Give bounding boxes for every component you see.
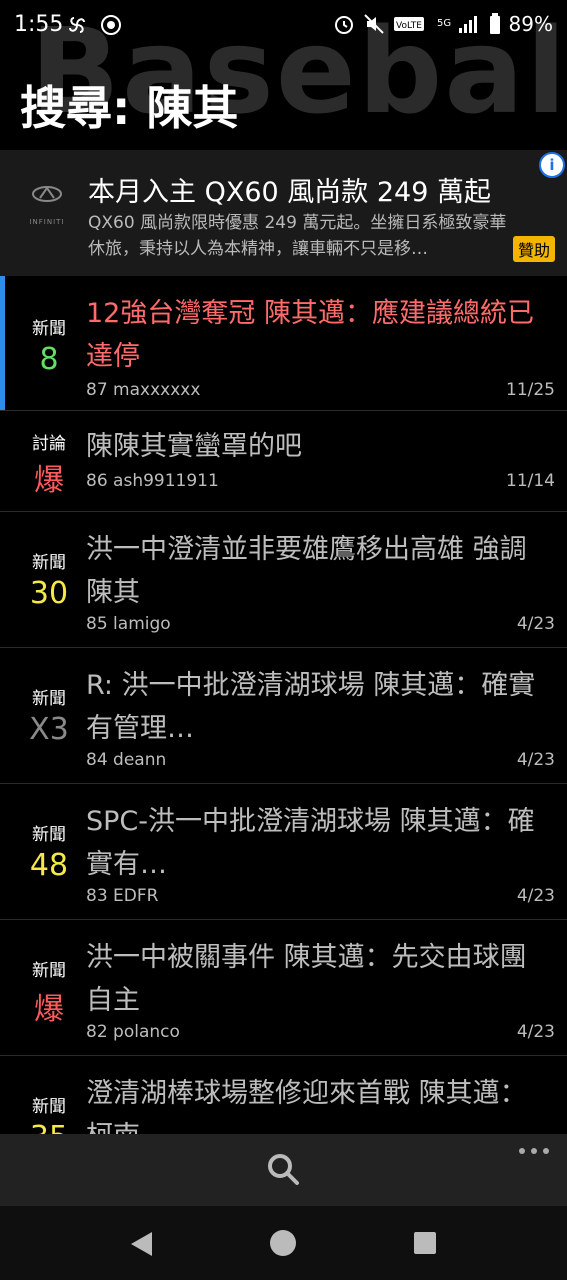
post-title[interactable]: R: 洪一中批澄清湖球場 陳其邁：確實有管理… (86, 664, 552, 750)
ad-info-icon[interactable]: i (539, 152, 565, 178)
post-count: 爆 (34, 463, 64, 498)
svg-text:INFINITI: INFINITI (29, 218, 64, 226)
list-item[interactable]: 新聞 30 洪一中澄清並非要雄鷹移出高雄 強調陳其 85 lamigo 4/23 (0, 512, 567, 648)
post-author: ash9911911 (113, 471, 219, 491)
list-item[interactable]: 新聞 8 12強台灣奪冠 陳其邁：應建議總統已達停 87 maxxxxxx 11… (0, 276, 567, 411)
post-date: 11/25 (506, 380, 555, 400)
post-date: 4/23 (516, 886, 555, 906)
battery-icon (489, 13, 500, 34)
list-item[interactable]: 新聞 爆 洪一中被關事件 陳其邁：先交由球團自主 82 polanco 4/23 (0, 920, 567, 1056)
ad-title[interactable]: 本月入主 QX60 風尚款 249 萬起 (88, 170, 491, 209)
back-icon[interactable] (128, 1230, 154, 1258)
system-nav-bar (0, 1206, 567, 1280)
post-title[interactable]: 洪一中被關事件 陳其邁：先交由球團自主 (86, 936, 552, 1022)
post-date: 4/23 (516, 1022, 555, 1042)
post-count: 爆 (34, 992, 64, 1027)
post-list: 新聞 8 12強台灣奪冠 陳其邁：應建議總統已達停 87 maxxxxxx 11… (0, 276, 567, 1192)
post-title[interactable]: 12強台灣奪冠 陳其邁：應建議總統已達停 (86, 292, 552, 378)
ad-description: QX60 風尚款限時優惠 249 萬元起。坐擁日系極致豪華休旅，秉持以人為本精神… (88, 213, 507, 259)
list-item[interactable]: 新聞 X3 R: 洪一中批澄清湖球場 陳其邁：確實有管理… 84 deann 4… (0, 648, 567, 784)
post-category: 新聞 (32, 689, 66, 709)
status-bar: 1:55 VoLTE 5G 89% (0, 0, 567, 52)
volte-icon: VoLTE (393, 17, 424, 31)
mute-icon (363, 14, 384, 34)
page-title: 搜尋: 陳其 (20, 81, 239, 135)
post-number: 87 (86, 380, 108, 400)
svg-text:5G: 5G (437, 18, 451, 29)
post-author: EDFR (113, 886, 159, 906)
bottom-action-bar (0, 1134, 567, 1206)
svg-text:VoLTE: VoLTE (396, 21, 422, 31)
post-category: 新聞 (32, 1097, 66, 1117)
pinwheel-icon (69, 17, 85, 33)
post-category: 新聞 (32, 961, 66, 981)
post-title[interactable]: 洪一中澄清並非要雄鷹移出高雄 強調陳其 (86, 528, 552, 614)
post-title[interactable]: SPC-洪一中批澄清湖球場 陳其邁：確實有… (86, 800, 552, 886)
post-date: 4/23 (516, 750, 555, 770)
post-category: 新聞 (32, 553, 66, 573)
post-count: 30 (29, 576, 69, 611)
post-number: 86 (86, 471, 108, 491)
signal-5g-icon: 5G (437, 16, 477, 33)
battery-percent: 89% (508, 12, 553, 36)
post-count: 8 (39, 342, 59, 377)
post-category: 新聞 (32, 825, 66, 845)
post-date: 4/23 (516, 614, 555, 634)
home-icon[interactable] (269, 1229, 297, 1257)
more-icon[interactable] (518, 1146, 550, 1156)
sponsored-badge: 贊助 (512, 236, 555, 262)
post-category: 討論 (32, 434, 66, 454)
sponsored-ad[interactable]: INFINITI 本月入主 QX60 風尚款 249 萬起 QX60 風尚款限時… (0, 150, 567, 276)
post-number: 82 (86, 1022, 108, 1042)
post-date: 11/14 (506, 471, 555, 491)
list-item[interactable]: 新聞 48 SPC-洪一中批澄清湖球場 陳其邁：確實有… 83 EDFR 4/2… (0, 784, 567, 920)
brand-logo: INFINITI (29, 186, 64, 226)
post-author: lamigo (113, 614, 171, 634)
alarm-icon (334, 16, 353, 34)
post-number: 85 (86, 614, 108, 634)
recents-icon[interactable] (413, 1231, 437, 1255)
post-category: 新聞 (32, 319, 66, 339)
post-number: 84 (86, 750, 108, 770)
post-author: deann (113, 750, 167, 770)
post-number: 83 (86, 886, 108, 906)
search-icon[interactable] (266, 1152, 300, 1186)
post-author: maxxxxxx (113, 380, 201, 400)
post-count: X3 (29, 712, 69, 747)
post-author: polanco (113, 1022, 180, 1042)
status-time: 1:55 (14, 12, 64, 37)
post-title[interactable]: 陳陳其實蠻罩的吧 (86, 425, 552, 468)
post-count: 48 (29, 848, 69, 883)
list-item[interactable]: 討論 爆 陳陳其實蠻罩的吧 86 ash9911911 11/14 (0, 411, 567, 512)
app-notification-icon (101, 15, 121, 35)
